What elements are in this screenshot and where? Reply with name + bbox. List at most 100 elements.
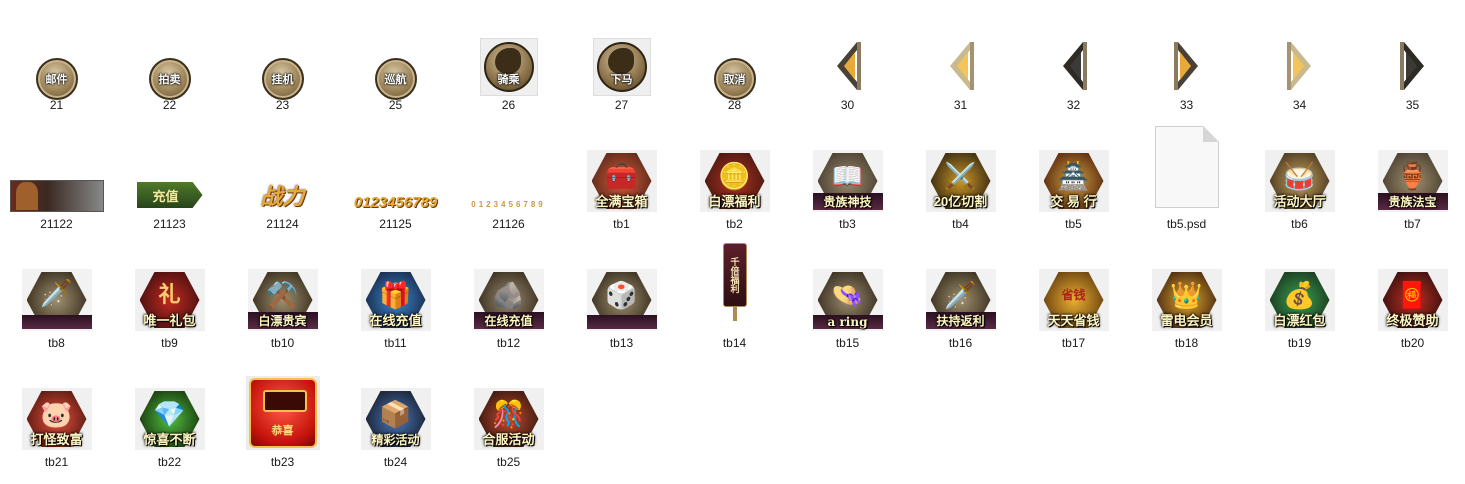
- icon-label: 贵族法宝: [1377, 193, 1448, 210]
- file-name: tb21: [44, 455, 69, 469]
- file-name: tb7: [1404, 217, 1421, 231]
- file-item-tb25[interactable]: 🎊 合服活动 tb25: [452, 362, 565, 480]
- file-name: tb5: [1065, 217, 1082, 231]
- crown-icon: 👑 雷电会员: [1151, 269, 1222, 331]
- icon-label: 交 易 行: [1050, 194, 1097, 209]
- file-name: tb20: [1400, 336, 1425, 350]
- file-name: tb9: [161, 336, 178, 350]
- file-item-tb8[interactable]: 🗡️ tb8: [0, 243, 113, 361]
- file-item-tb5-psd[interactable]: tb5.psd: [1130, 124, 1243, 242]
- file-name: tb16: [948, 336, 973, 350]
- icon-label: 在线充值: [473, 312, 544, 329]
- mail-button-icon: 邮件: [35, 58, 78, 100]
- file-item-tb23[interactable]: 恭喜 tb23: [226, 362, 339, 480]
- icon-label: 充值: [152, 188, 179, 204]
- file-item-tb15[interactable]: 👒 a ring tb15: [791, 243, 904, 361]
- file-item-tb4[interactable]: ⚔️ 20亿切割 tb4: [904, 124, 1017, 242]
- file-name: tb4: [952, 217, 969, 231]
- file-name: 23: [275, 98, 290, 112]
- hat-icon: 👒 a ring: [812, 269, 883, 331]
- file-item-tb22[interactable]: 💎 惊喜不断 tb22: [113, 362, 226, 480]
- file-name: 21: [49, 98, 64, 112]
- icon-label: 邮件: [45, 74, 68, 86]
- dice-icon: 🎲: [586, 269, 657, 331]
- file-name: tb1: [613, 217, 630, 231]
- arrow-left-icon: [836, 42, 861, 90]
- icon-label: 挂机: [271, 74, 294, 86]
- file-name: tb3: [839, 217, 856, 231]
- treasure-chest-icon: 🧰 全满宝箱: [586, 150, 657, 212]
- file-item-21125[interactable]: 0123456789 21125: [339, 124, 452, 242]
- hero-banner-icon: [9, 180, 104, 212]
- arrow-right-icon: [1399, 42, 1424, 90]
- skill-book-icon: 📖 贵族神技: [812, 150, 883, 212]
- gift-glyph: 礼: [158, 282, 181, 307]
- file-name: tb19: [1287, 336, 1312, 350]
- drum-icon: 🥁 活动大厅: [1264, 150, 1335, 212]
- auction-button-icon: 拍卖: [148, 58, 191, 100]
- file-item-21126[interactable]: 0123456789 21126: [452, 124, 565, 242]
- icon-label: 全满宝箱: [595, 194, 648, 209]
- file-item-21124[interactable]: 战力 21124: [226, 124, 339, 242]
- file-item-tb11[interactable]: 🎁 在线充值 tb11: [339, 243, 452, 361]
- file-item-tb1[interactable]: 🧰 全满宝箱 tb1: [565, 124, 678, 242]
- icon-label: 天天省钱: [1047, 313, 1100, 328]
- file-item-tb14[interactable]: 千倍福利 tb14: [678, 243, 791, 361]
- file-item-tb17[interactable]: 省钱 天天省钱 tb17: [1017, 243, 1130, 361]
- file-item-tb21[interactable]: 🐷 打怪致富 tb21: [0, 362, 113, 480]
- file-name: 34: [1292, 98, 1307, 112]
- silver-ingot-icon: 🪨 在线充值: [473, 269, 544, 331]
- file-item-tb13[interactable]: 🎲 tb13: [565, 243, 678, 361]
- file-name: tb5.psd: [1166, 217, 1207, 231]
- file-name: tb24: [383, 455, 408, 469]
- file-item-tb12[interactable]: 🪨 在线充值 tb12: [452, 243, 565, 361]
- file-item-tb6[interactable]: 🥁 活动大厅 tb6: [1243, 124, 1356, 242]
- scroll-weapon-icon: 🗡️: [21, 269, 92, 331]
- icon-label: a ring: [812, 315, 883, 329]
- sword-icon: ⚔️ 20亿切割: [925, 150, 996, 212]
- file-name: 21124: [266, 217, 299, 231]
- icon-label: 战力: [260, 184, 305, 209]
- file-name: tb10: [270, 336, 295, 350]
- file-item-tb7[interactable]: 🏺 贵族法宝 tb7: [1356, 124, 1465, 242]
- file-item-tb18[interactable]: 👑 雷电会员 tb18: [1130, 243, 1243, 361]
- red-pouch-icon: 💰 白漂红包: [1264, 269, 1335, 331]
- file-grid: 邮件 21 拍卖 22 挂机 23 巡航 25 骑乘 26 下马 27 取消 2…: [0, 0, 1465, 484]
- gift-box-gold-icon: 省钱 天天省钱: [1038, 269, 1109, 331]
- treasure-pile-icon: 🎊 合服活动: [473, 388, 544, 450]
- file-name: tb2: [726, 217, 743, 231]
- file-item-21122[interactable]: 21122: [0, 124, 113, 242]
- file-item-tb10[interactable]: ⚒️ 白漂贵宾 tb10: [226, 243, 339, 361]
- file-item-tb16[interactable]: 🗡️ 扶持返利 tb16: [904, 243, 1017, 361]
- file-item-tb19[interactable]: 💰 白漂红包 tb19: [1243, 243, 1356, 361]
- support-rebate-icon: 🗡️ 扶持返利: [925, 269, 996, 331]
- file-name: tb17: [1061, 336, 1086, 350]
- icon-label: 白漂福利: [708, 194, 761, 209]
- arrow-right-icon: [1286, 42, 1311, 90]
- recharge-banner-icon: 充值: [136, 182, 203, 208]
- file-name: 31: [953, 98, 968, 112]
- icon-label: 下马: [610, 74, 633, 86]
- trading-house-icon: 🏯 交 易 行: [1038, 150, 1109, 212]
- file-item-21123[interactable]: 充值 21123: [113, 124, 226, 242]
- file-name: 21122: [40, 217, 73, 231]
- file-item-tb20[interactable]: 🧧 终极赞助 tb20: [1356, 243, 1465, 361]
- file-name: tb23: [270, 455, 295, 469]
- red-envelope-icon: 恭喜: [245, 376, 320, 450]
- file-item-tb3[interactable]: 📖 贵族神技 tb3: [791, 124, 904, 242]
- arrow-right-icon: [1173, 42, 1198, 90]
- file-name: tb12: [496, 336, 521, 350]
- icon-label: 白漂贵宾: [247, 312, 318, 329]
- arrow-left-icon: [1062, 42, 1087, 90]
- file-item-tb5[interactable]: 🏯 交 易 行 tb5: [1017, 124, 1130, 242]
- file-item-tb24[interactable]: 📦 精彩活动 tb24: [339, 362, 452, 480]
- file-item-tb9[interactable]: 礼 唯一礼包 tb9: [113, 243, 226, 361]
- icon-label: 取消: [723, 74, 746, 86]
- icon-label: 巡航: [384, 74, 407, 86]
- icon-label: 20亿切割: [933, 194, 988, 209]
- file-item-tb2[interactable]: 🪙 白漂福利 tb2: [678, 124, 791, 242]
- icon-label: 终极赞助: [1386, 313, 1439, 328]
- file-name: tb25: [496, 455, 521, 469]
- icon-label: 活动大厅: [1273, 194, 1326, 209]
- treasure-gourd-icon: 🏺 贵族法宝: [1377, 150, 1448, 212]
